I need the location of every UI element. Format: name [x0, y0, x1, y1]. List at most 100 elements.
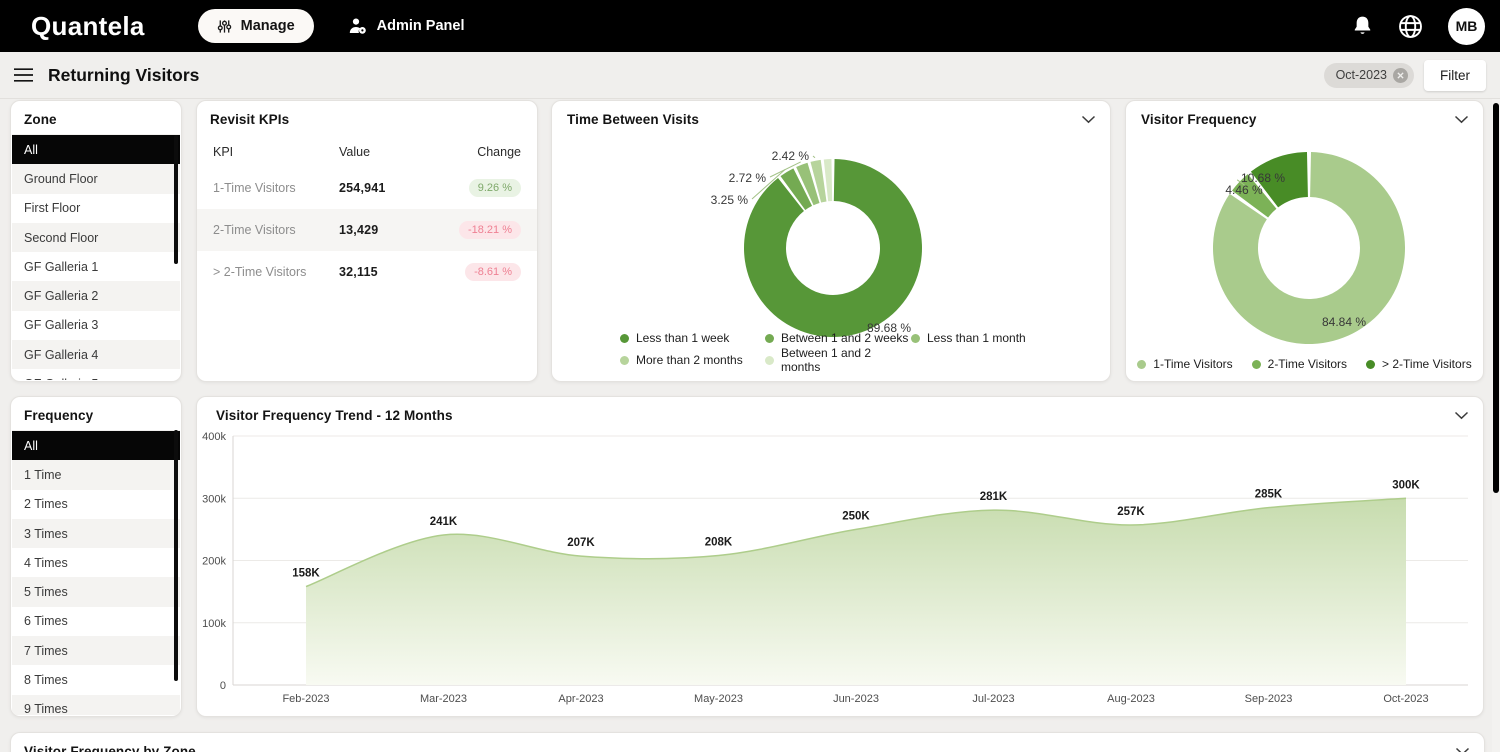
legend-item-less-than-1-week[interactable]: Less than 1 week	[620, 331, 765, 345]
list-item-first-floor[interactable]: First Floor	[12, 194, 180, 223]
kpi-change-badge: -8.61 %	[465, 263, 521, 281]
value-column-header: Value	[339, 145, 435, 159]
legend-label: More than 2 months	[636, 353, 743, 367]
legend-dot	[911, 334, 920, 343]
legend-label: Between 1 and 2 months	[781, 346, 911, 374]
slice-percentage-label: 3.25 %	[711, 193, 749, 207]
revisit-kpis-title: Revisit KPIs	[197, 101, 537, 135]
date-filter-chip[interactable]: Oct-2023	[1324, 63, 1414, 88]
list-item-7-times[interactable]: 7 Times	[12, 636, 180, 665]
zone-list-scrollbar[interactable]	[174, 135, 178, 264]
list-item-all[interactable]: All	[12, 431, 180, 460]
time-between-visits-legend: Less than 1 week Between 1 and 2 weeks Les…	[620, 331, 1026, 374]
chip-label: Oct-2023	[1336, 68, 1387, 82]
kpi-label: 2-Time Visitors	[213, 223, 339, 237]
legend-item-between-1-and-2-months[interactable]: Between 1 and 2 months	[765, 346, 911, 374]
legend-label: Between 1 and 2 weeks	[781, 331, 908, 345]
list-item-all[interactable]: All	[12, 135, 180, 164]
page-toolbar: Returning Visitors Oct-2023 Filter	[0, 52, 1500, 99]
legend-label: Less than 1 month	[927, 331, 1026, 345]
kpi-value: 13,429	[339, 223, 435, 237]
legend-item-between-1-and-2-weeks[interactable]: Between 1 and 2 weeks	[765, 331, 911, 345]
frequency-panel: Frequency All1 Time2 Times3 Times4 Times…	[10, 396, 182, 717]
list-item-3-times[interactable]: 3 Times	[12, 519, 180, 548]
revisit-kpis-card: Revisit KPIs KPI Value Change 1-Time Vis…	[196, 100, 538, 382]
list-item-9-times[interactable]: 9 Times	[12, 695, 180, 715]
list-item-gf-galleria-3[interactable]: GF Galleria 3	[12, 311, 180, 340]
list-item-ground-floor[interactable]: Ground Floor	[12, 164, 180, 193]
sliders-icon	[217, 19, 232, 34]
x-axis-tick-label: Feb-2023	[282, 693, 329, 705]
kpi-value: 32,115	[339, 265, 435, 279]
frequency-list-scrollbar[interactable]	[174, 430, 178, 681]
frequency-panel-title: Frequency	[11, 397, 181, 431]
visitor-frequency-trend-chart: 0100k200k300k400k158KFeb-2023241KMar-202…	[197, 397, 1484, 717]
x-axis-tick-label: May-2023	[694, 693, 743, 705]
list-item-5-times[interactable]: 5 Times	[12, 577, 180, 606]
filter-button[interactable]: Filter	[1424, 60, 1486, 91]
visitor-frequency-trend-title: Visitor Frequency Trend - 12 Months	[203, 397, 466, 431]
x-axis-tick-label: Apr-2023	[558, 693, 603, 705]
y-axis-tick-label: 300k	[202, 493, 226, 505]
kpi-table-header: KPI Value Change	[197, 135, 537, 167]
legend-dot	[620, 334, 629, 343]
list-item-6-times[interactable]: 6 Times	[12, 607, 180, 636]
kpi-label: 1-Time Visitors	[213, 181, 339, 195]
data-point-label: 285K	[1255, 489, 1283, 501]
page-scrollbar-thumb[interactable]	[1493, 103, 1499, 493]
data-point-label: 250K	[842, 510, 870, 522]
avatar[interactable]: MB	[1448, 8, 1485, 45]
visitor-frequency-by-zone-title: Visitor Frequency by Zone	[11, 733, 1484, 752]
chevron-down-icon[interactable]	[1079, 113, 1098, 126]
returning-visitors-dashboard: Quantela Manage	[0, 0, 1500, 752]
list-item-1-time[interactable]: 1 Time	[12, 460, 180, 489]
donut-slice-less-than-1-week[interactable]	[744, 159, 922, 337]
chevron-down-icon[interactable]	[1452, 113, 1471, 126]
legend-dot	[1366, 360, 1375, 369]
x-axis-tick-label: Sep-2023	[1245, 693, 1293, 705]
quantela-logo: Quantela	[31, 11, 145, 42]
legend-dot	[1252, 360, 1261, 369]
x-axis-tick-label: Oct-2023	[1383, 693, 1428, 705]
y-axis-tick-label: 200k	[202, 556, 226, 568]
page-scrollbar[interactable]	[1492, 99, 1500, 752]
visitor-frequency-legend: 1-Time Visitors 2-Time Visitors > 2-Time V…	[1126, 357, 1483, 371]
list-item-2-times[interactable]: 2 Times	[12, 490, 180, 519]
chevron-down-icon[interactable]	[1453, 745, 1472, 752]
visitor-frequency-trend-card: Visitor Frequency Trend - 12 Months 0 100…	[196, 396, 1484, 717]
list-item-8-times[interactable]: 8 Times	[12, 665, 180, 694]
manage-button[interactable]: Manage	[198, 9, 314, 43]
hamburger-menu-icon[interactable]	[10, 64, 37, 86]
list-item-gf-galleria-2[interactable]: GF Galleria 2	[12, 281, 180, 310]
globe-icon[interactable]	[1397, 13, 1424, 40]
kpi-row-1-time-visitors: 1-Time Visitors254,9419.26 %	[197, 167, 537, 209]
trend-line	[306, 498, 1406, 586]
admin-panel-button[interactable]: Admin Panel	[342, 16, 471, 36]
legend-item-less-than-1-month[interactable]: Less than 1 month	[911, 331, 1026, 345]
y-axis-tick-label: 0	[220, 680, 226, 692]
label-leader-line	[813, 156, 815, 158]
y-axis-tick-label: 400k	[202, 431, 226, 443]
legend-item-2-time-visitors[interactable]: 2-Time Visitors	[1252, 357, 1347, 371]
x-axis-tick-label: Aug-2023	[1107, 693, 1155, 705]
list-item-second-floor[interactable]: Second Floor	[12, 223, 180, 252]
legend-dot	[620, 356, 629, 365]
legend-dot	[765, 356, 774, 365]
legend-item-more-than-2-months[interactable]: More than 2 months	[620, 346, 765, 374]
list-item-gf-galleria-1[interactable]: GF Galleria 1	[12, 252, 180, 281]
legend-item-1-time-visitors[interactable]: 1-Time Visitors	[1137, 357, 1232, 371]
admin-panel-label: Admin Panel	[377, 18, 465, 34]
data-point-label: 257K	[1117, 506, 1145, 518]
chevron-down-icon[interactable]	[1452, 409, 1471, 422]
close-icon[interactable]	[1393, 68, 1408, 83]
data-point-label: 207K	[567, 537, 595, 549]
list-item-4-times[interactable]: 4 Times	[12, 548, 180, 577]
trend-area	[306, 498, 1406, 685]
list-item-gf-galleria-4[interactable]: GF Galleria 4	[12, 340, 180, 369]
y-axis-tick-label: 100k	[202, 618, 226, 630]
bell-icon[interactable]	[1352, 15, 1373, 38]
list-item-gf-galleria-5[interactable]: GF Galleria 5	[12, 369, 180, 380]
visitor-frequency-by-zone-card: Visitor Frequency by Zone	[10, 732, 1485, 752]
legend-item-2-time-visitors[interactable]: > 2-Time Visitors	[1366, 357, 1472, 371]
visitor-frequency-title: Visitor Frequency	[1128, 101, 1270, 135]
